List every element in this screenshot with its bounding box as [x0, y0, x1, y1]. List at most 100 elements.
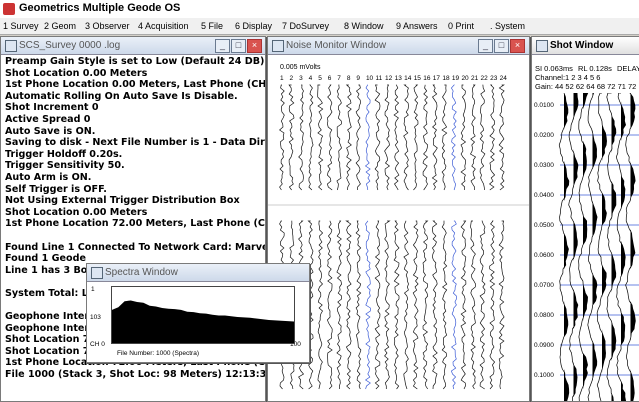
- menu-dosurvey[interactable]: 7 DoSurvey: [282, 21, 329, 31]
- noise-trace: [345, 84, 352, 191]
- noise-trace: [450, 84, 457, 191]
- noise-trace: [403, 220, 409, 390]
- shot-rl-label: RL 0.128s: [578, 64, 612, 73]
- channel-label: 17: [433, 75, 441, 82]
- spectra-window-titlebar[interactable]: Spectra Window: [87, 264, 309, 282]
- app-logo-icon: [3, 3, 15, 15]
- shot-si-label: SI 0.063ms: [535, 64, 573, 73]
- channel-label: 14: [404, 75, 412, 82]
- channel-label: 2: [290, 75, 294, 82]
- shot-trace-fill: [592, 93, 598, 401]
- log-line: Preamp Gain Style is set to Low (Default…: [5, 56, 265, 67]
- channel-label: 12: [385, 75, 393, 82]
- spectra-plot: [111, 286, 295, 344]
- noise-window-icon: [272, 40, 284, 52]
- shot-window-titlebar[interactable]: Shot Window: [532, 37, 639, 55]
- noise-trace: [441, 84, 448, 191]
- spectra-y-mid: 103: [90, 314, 101, 321]
- log-line: Not Using External Trigger Distribution …: [5, 195, 240, 207]
- channel-label: 7: [337, 75, 341, 82]
- menu-display[interactable]: 6 Display: [235, 21, 272, 31]
- menu-system[interactable]: . System: [490, 21, 525, 31]
- noise-trace: [355, 220, 362, 390]
- maximize-button[interactable]: □: [231, 39, 246, 53]
- noise-trace: [431, 84, 438, 191]
- time-label: 0.0200: [534, 132, 554, 139]
- channel-label: 23: [490, 75, 498, 82]
- shot-traces: 0.0100 0.0200 0.0300 0.0400 0.0500 0.0600 0.07…: [534, 93, 639, 401]
- minimize-button[interactable]: _: [478, 39, 493, 53]
- shot-channel-label: Channel:1 2 3 4 5 6: [535, 73, 601, 82]
- noise-window-title: Noise Monitor Window: [286, 40, 387, 51]
- noise-trace: [308, 84, 314, 191]
- noise-window-titlebar[interactable]: Noise Monitor Window _ □ ×: [268, 37, 529, 55]
- noise-trace: [336, 84, 342, 191]
- spectra-window-title: Spectra Window: [105, 267, 178, 278]
- log-window-titlebar[interactable]: SCS_Survey 0000 .log _ □ ×: [1, 37, 265, 55]
- time-label: 0.0900: [534, 342, 554, 349]
- noise-trace: [364, 84, 371, 191]
- shot-trace-fill: [602, 93, 607, 401]
- noise-trace: [403, 84, 409, 191]
- shot-trace-fill: [583, 93, 588, 401]
- spectra-window-icon: [91, 267, 103, 279]
- time-label: 0.0100: [534, 102, 554, 109]
- menu-acquisition[interactable]: 4 Acquisition: [138, 21, 189, 31]
- shot-trace-fill: [573, 93, 578, 401]
- noise-trace: [288, 84, 295, 191]
- noise-trace: [317, 220, 324, 390]
- close-button[interactable]: ×: [247, 39, 262, 53]
- noise-trace: [279, 84, 285, 191]
- menu-observer[interactable]: 3 Observer: [85, 21, 130, 31]
- noise-trace: [479, 84, 486, 191]
- noise-trace: [489, 84, 496, 191]
- shot-trace: [568, 93, 579, 401]
- noise-trace: [422, 84, 429, 191]
- noise-trace: [355, 84, 361, 190]
- time-label: 0.0800: [534, 312, 554, 319]
- maximize-button[interactable]: □: [494, 39, 509, 53]
- channel-label: 6: [328, 75, 332, 82]
- channel-label: 24: [500, 75, 508, 82]
- spectra-y-top: 1: [91, 286, 95, 293]
- shot-delay-label: DELAY: [617, 64, 639, 73]
- noise-trace: [450, 220, 457, 390]
- noise-trace: [364, 220, 371, 390]
- menu-bar: 1 Survey 2 Geom 3 Observer 4 Acquisition…: [0, 18, 639, 35]
- log-line: 1st Phone Location 72.00 Meters, Last Ph…: [5, 218, 266, 230]
- log-line: Trigger Sensitivity 50.: [5, 160, 125, 172]
- log-line: Found Line 1 Connected To Network Card: …: [5, 241, 266, 253]
- menu-window[interactable]: 8 Window: [344, 21, 384, 31]
- menu-geom[interactable]: 2 Geom: [44, 21, 76, 31]
- noise-trace: [498, 220, 505, 390]
- shot-gain-label: Gain: 44 52 62 64 68 72 71 72: [535, 82, 637, 91]
- menu-survey[interactable]: 1 Survey: [3, 21, 39, 31]
- shot-trace: [606, 93, 617, 401]
- channel-label: 15: [414, 75, 422, 82]
- channel-label: 5: [318, 75, 322, 82]
- noise-trace: [460, 220, 467, 390]
- menu-answers[interactable]: 9 Answers: [396, 21, 438, 31]
- time-label: 0.1000: [534, 372, 554, 379]
- channel-label: 22: [481, 75, 489, 82]
- menu-print[interactable]: 0 Print: [448, 21, 474, 31]
- time-label: 0.0500: [534, 222, 554, 229]
- log-line: Auto Save is ON.: [5, 125, 96, 137]
- shot-trace: [587, 93, 598, 401]
- log-line: Shot Increment 0: [5, 102, 99, 114]
- noise-trace: [374, 84, 381, 191]
- menu-file[interactable]: 5 File: [201, 21, 223, 31]
- channel-label: 13: [395, 75, 403, 82]
- app-titlebar: Geometrics Multiple Geode OS: [0, 0, 639, 19]
- spectra-ch-label: CH 0: [90, 341, 105, 348]
- minimize-button[interactable]: _: [215, 39, 230, 53]
- log-line: Auto Arm is ON.: [5, 171, 92, 183]
- close-button[interactable]: ×: [510, 39, 525, 53]
- log-window-icon: [5, 40, 17, 52]
- noise-trace: [441, 220, 448, 390]
- noise-trace: [345, 220, 352, 390]
- time-label: 0.0600: [534, 252, 554, 259]
- noise-trace: [413, 84, 419, 191]
- noise-trace: [412, 220, 419, 390]
